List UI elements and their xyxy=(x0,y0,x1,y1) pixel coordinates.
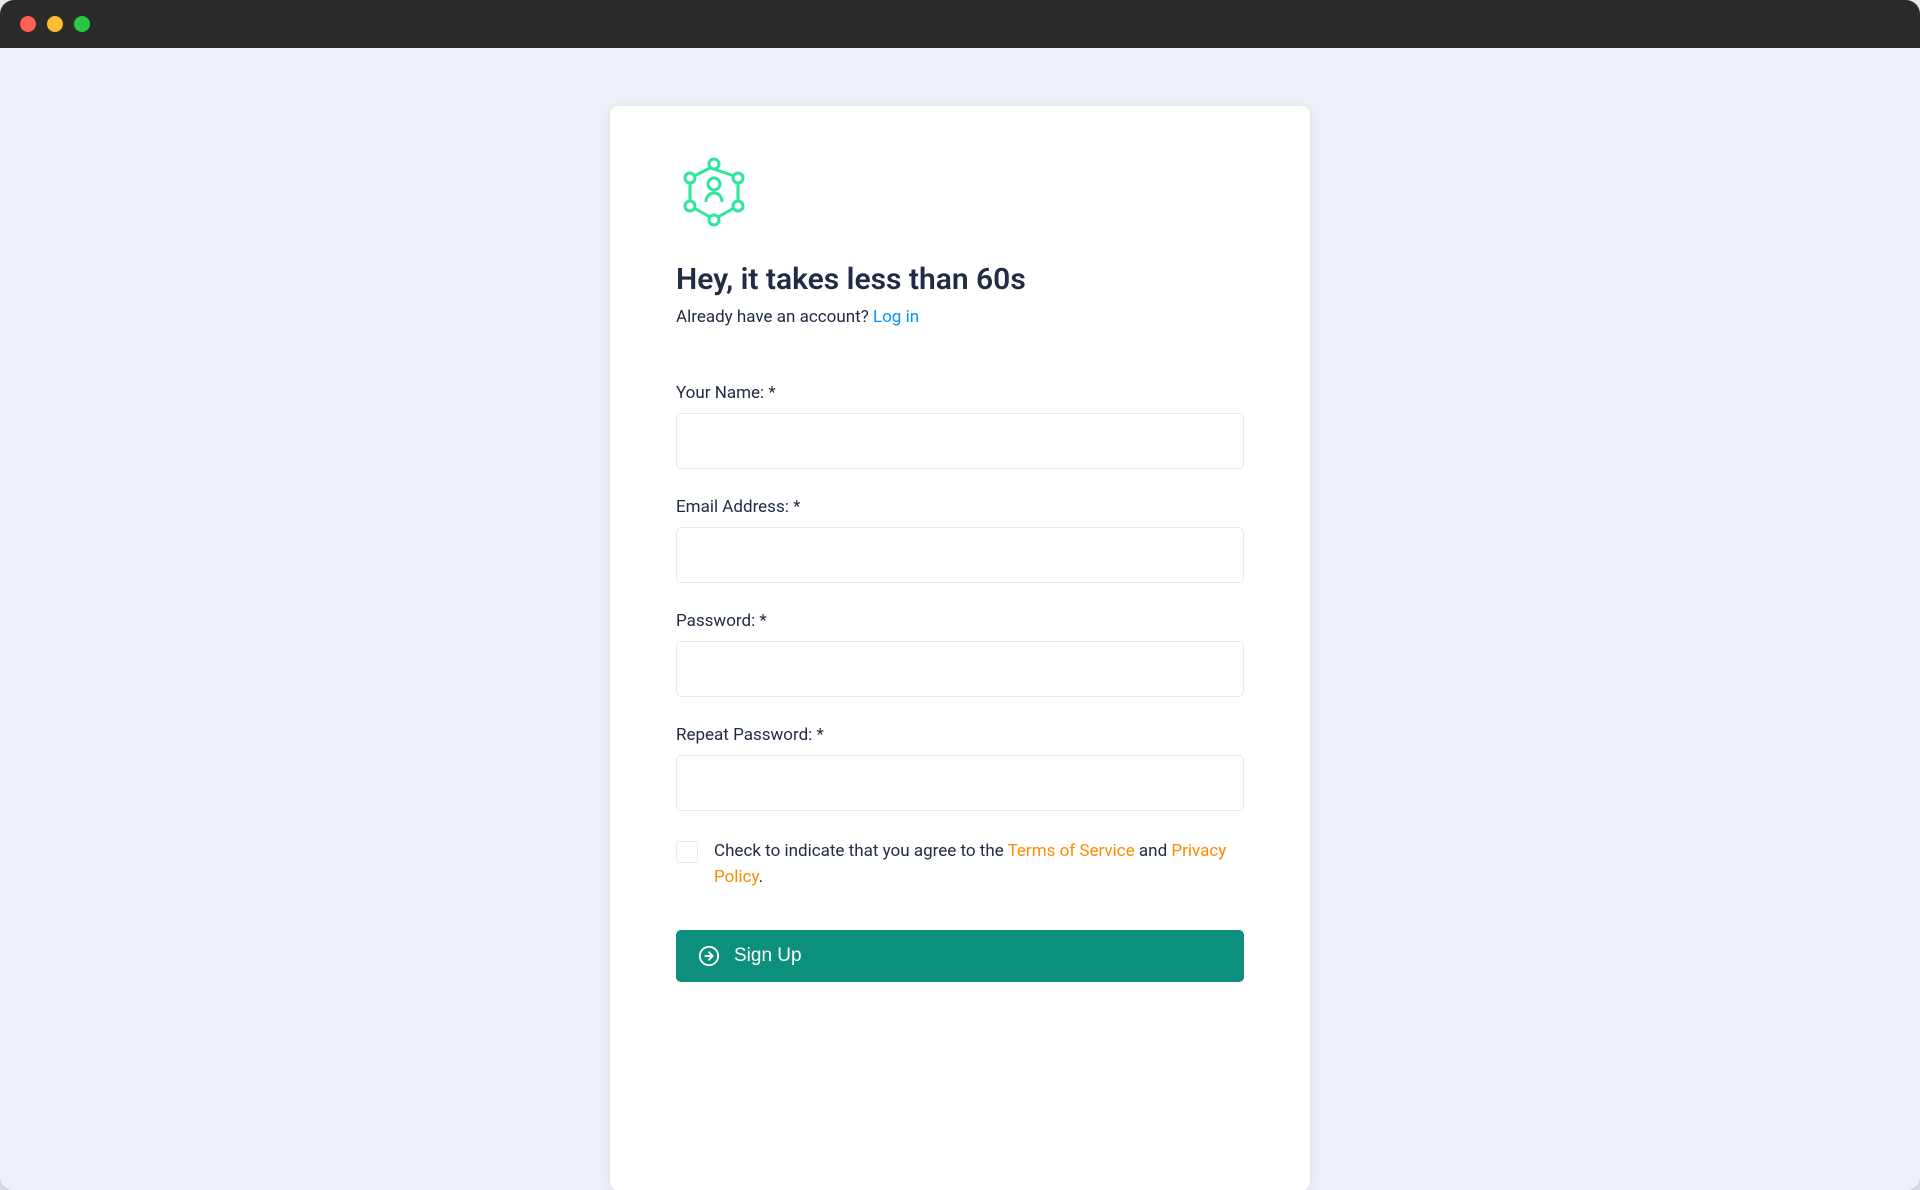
terms-mid: and xyxy=(1135,841,1172,861)
window-zoom-button[interactable] xyxy=(74,16,90,32)
email-input[interactable] xyxy=(676,527,1244,583)
window-close-button[interactable] xyxy=(20,16,36,32)
logo-icon xyxy=(676,154,1244,234)
terms-text: Check to indicate that you agree to the … xyxy=(714,839,1244,890)
signup-button-label: Sign Up xyxy=(734,945,802,967)
email-field-group: Email Address: * xyxy=(676,497,1244,583)
login-link[interactable]: Log in xyxy=(873,307,919,327)
signup-button[interactable]: Sign Up xyxy=(676,930,1244,982)
name-field-group: Your Name: * xyxy=(676,383,1244,469)
terms-prefix: Check to indicate that you agree to the xyxy=(714,841,1008,861)
login-prompt-text: Already have an account? xyxy=(676,307,873,327)
terms-suffix: . xyxy=(759,867,763,887)
name-input[interactable] xyxy=(676,413,1244,469)
email-label: Email Address: * xyxy=(676,497,1244,517)
repeat-password-field-group: Repeat Password: * xyxy=(676,725,1244,811)
repeat-password-input[interactable] xyxy=(676,755,1244,811)
password-input[interactable] xyxy=(676,641,1244,697)
window-titlebar xyxy=(0,0,1920,48)
terms-checkbox[interactable] xyxy=(676,841,698,863)
repeat-password-label: Repeat Password: * xyxy=(676,725,1244,745)
content-area: Hey, it takes less than 60s Already have… xyxy=(0,48,1920,1190)
app-window: Hey, it takes less than 60s Already have… xyxy=(0,0,1920,1190)
terms-of-service-link[interactable]: Terms of Service xyxy=(1008,841,1135,861)
terms-row: Check to indicate that you agree to the … xyxy=(676,839,1244,890)
password-label: Password: * xyxy=(676,611,1244,631)
arrow-right-circle-icon xyxy=(698,945,720,967)
signup-heading: Hey, it takes less than 60s xyxy=(676,262,1244,297)
signup-card: Hey, it takes less than 60s Already have… xyxy=(610,106,1310,1190)
window-minimize-button[interactable] xyxy=(47,16,63,32)
login-prompt: Already have an account? Log in xyxy=(676,307,1244,327)
password-field-group: Password: * xyxy=(676,611,1244,697)
name-label: Your Name: * xyxy=(676,383,1244,403)
